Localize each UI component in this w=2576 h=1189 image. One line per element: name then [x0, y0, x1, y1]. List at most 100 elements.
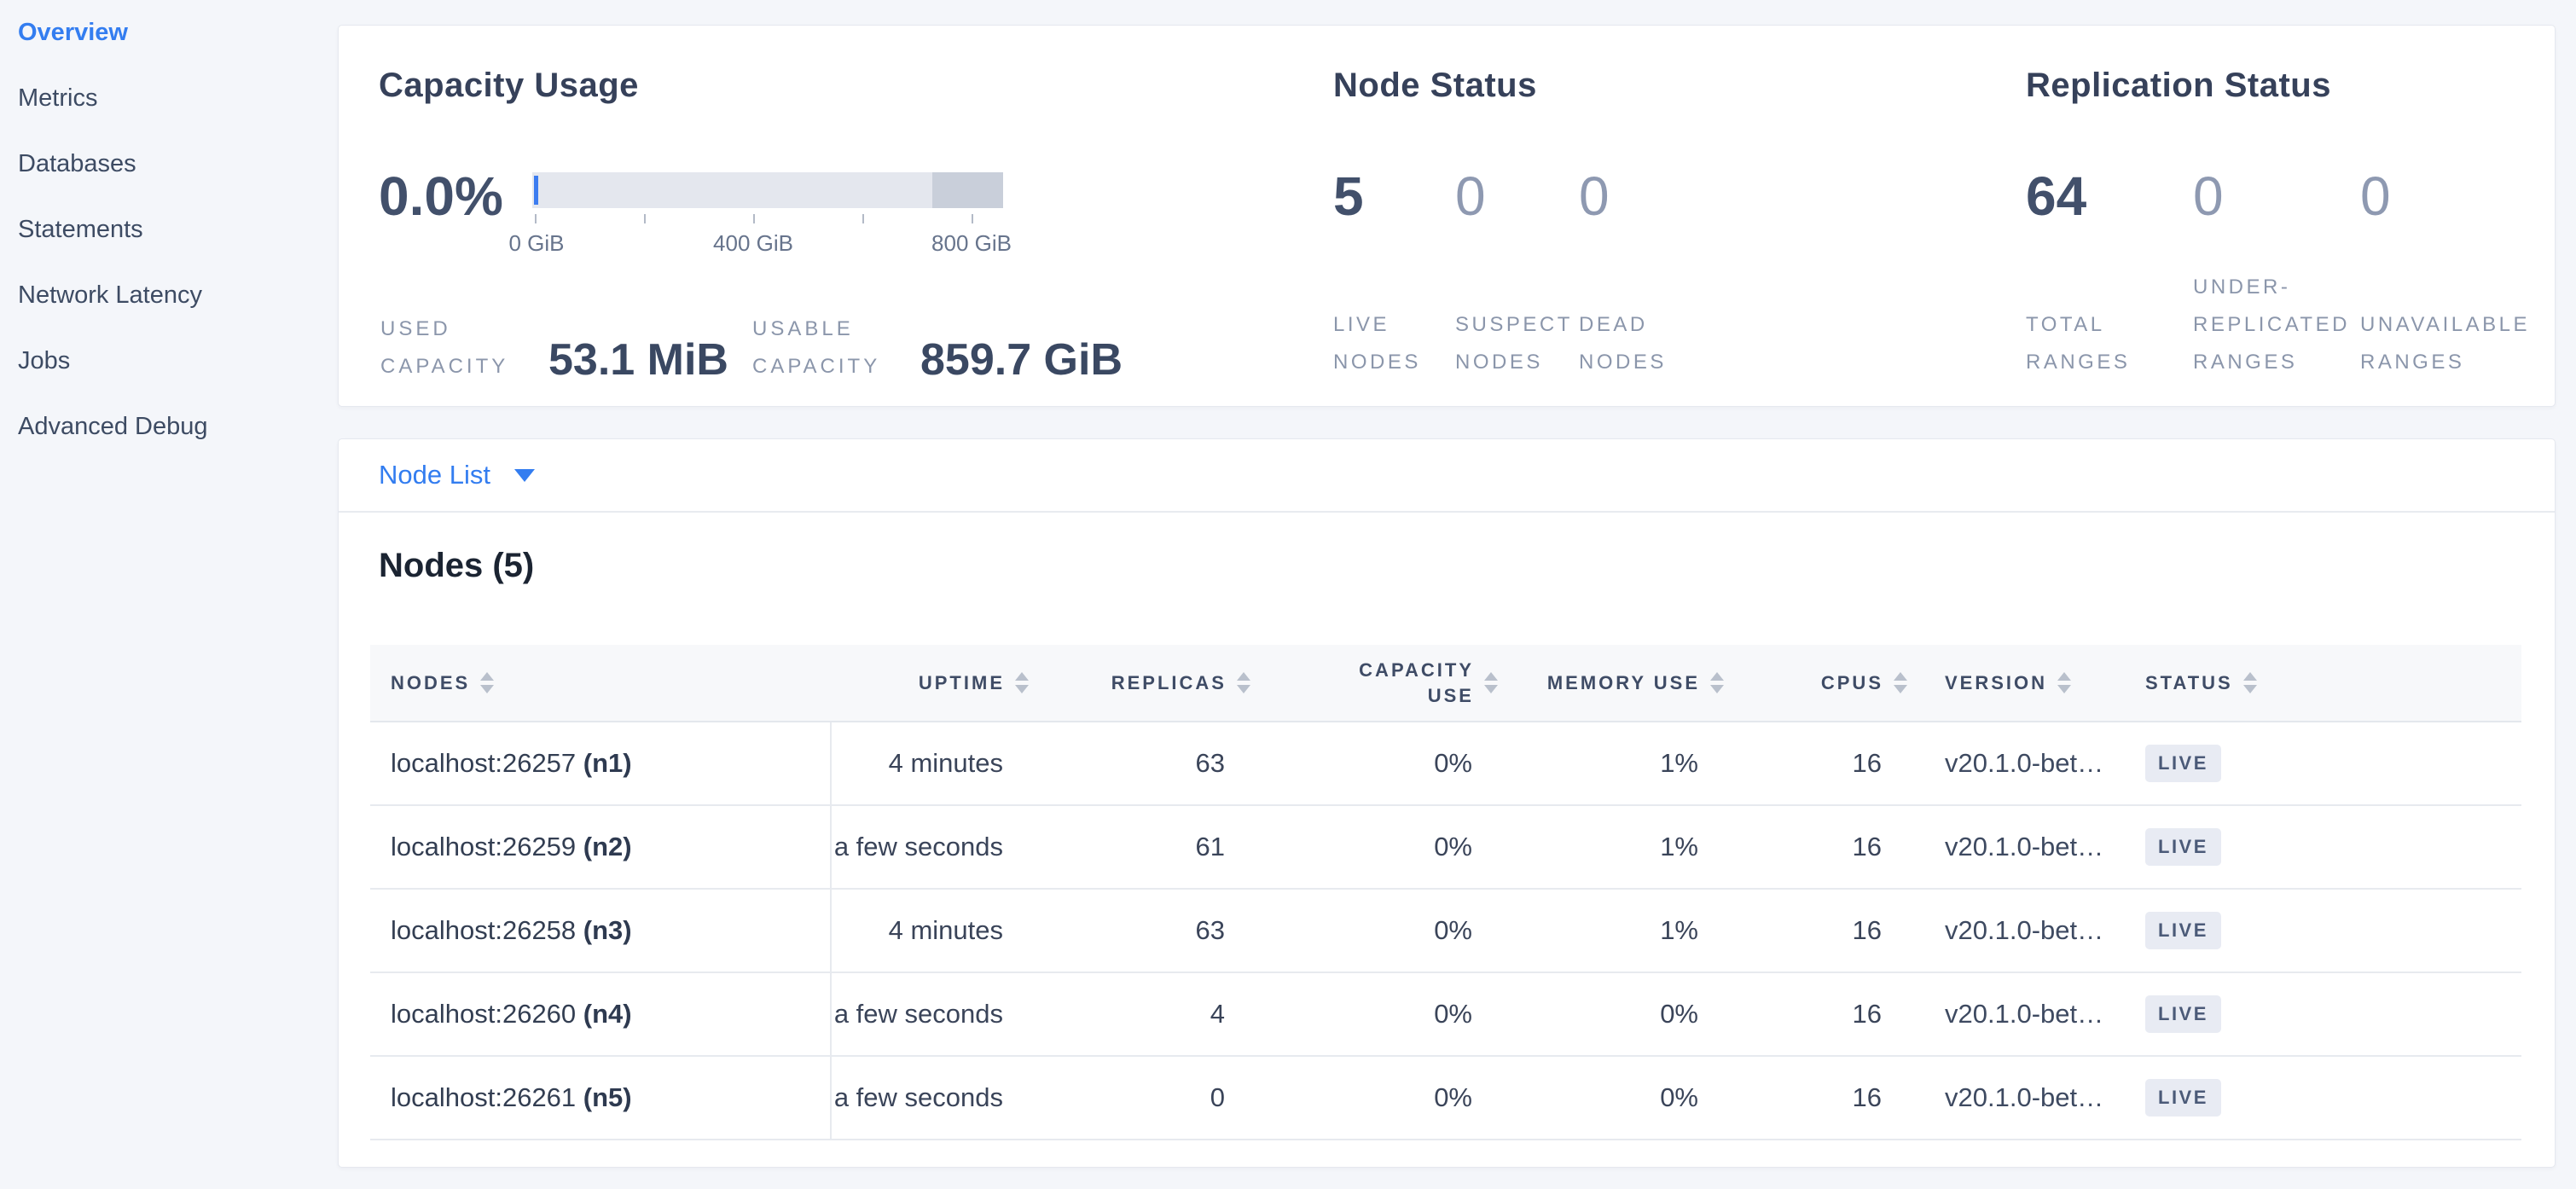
cell-cpus: 16 — [1724, 722, 1907, 805]
gauge-tick-label: 0 GiB — [508, 230, 564, 257]
capacity-usage-title: Capacity Usage — [379, 67, 639, 105]
table-row[interactable]: localhost:26260 (n4)a few seconds40%0%16… — [370, 972, 2521, 1056]
sidebar-item-overview[interactable]: Overview — [18, 19, 338, 84]
status-badge: LIVE — [2145, 995, 2221, 1033]
cell-status: LIVE — [2121, 972, 2521, 1056]
sort-icon — [2243, 672, 2257, 693]
table-row[interactable]: localhost:26259 (n2)a few seconds610%1%1… — [370, 805, 2521, 889]
sort-icon — [2057, 672, 2071, 693]
node-id: (n1) — [583, 748, 632, 778]
table-row[interactable]: localhost:26258 (n3)4 minutes630%1%16v20… — [370, 889, 2521, 972]
cell-replicas: 63 — [1029, 722, 1250, 805]
gauge-tick — [753, 214, 755, 223]
column-label: CAPACITY USE — [1346, 658, 1474, 709]
stat-value: 859.7 GiB — [920, 338, 1123, 386]
cell-capacity-use: 0% — [1250, 722, 1498, 805]
cell-status: LIVE — [2121, 1056, 2521, 1140]
cell-capacity-use: 0% — [1250, 805, 1498, 889]
cell-uptime: a few seconds — [831, 1056, 1029, 1140]
cell-capacity-use: 0% — [1250, 889, 1498, 972]
cell-uptime: 4 minutes — [831, 722, 1029, 805]
stat-value: 5 — [1333, 169, 1455, 223]
cell-status: LIVE — [2121, 889, 2521, 972]
cell-version: v20.1.0-bet… — [1907, 722, 2121, 805]
gauge-tick — [644, 214, 646, 223]
sidebar-item-databases[interactable]: Databases — [18, 150, 338, 216]
stat-label: USABLE CAPACITY — [752, 310, 893, 386]
column-label: NODES — [391, 670, 470, 696]
node-status-title: Node Status — [1333, 67, 1537, 105]
stat-label: UNDER-REPLICATED RANGES — [2193, 269, 2345, 381]
capacity-gauge-reserved-segment — [932, 172, 1003, 208]
node-list-dropdown[interactable]: Node List — [379, 460, 535, 490]
sidebar-item-metrics[interactable]: Metrics — [18, 84, 338, 150]
nodes-table-body: localhost:26257 (n1)4 minutes630%1%16v20… — [370, 722, 2521, 1140]
cell-node-address: localhost:26261 (n5) — [370, 1056, 831, 1140]
column-header-cpus[interactable]: CPUS — [1724, 645, 1907, 722]
column-header-memory[interactable]: MEMORY USE — [1498, 645, 1724, 722]
cell-cpus: 16 — [1724, 805, 1907, 889]
column-header-replicas[interactable]: REPLICAS — [1029, 645, 1250, 722]
table-row[interactable]: localhost:26261 (n5)a few seconds00%0%16… — [370, 1056, 2521, 1140]
column-header-status[interactable]: STATUS — [2121, 645, 2521, 722]
chevron-down-icon — [514, 469, 535, 482]
sort-icon — [1710, 672, 1724, 693]
cell-uptime: a few seconds — [831, 805, 1029, 889]
cell-version: v20.1.0-bet… — [1907, 889, 2121, 972]
capacity-gauge-used-segment — [534, 176, 538, 205]
cell-uptime: a few seconds — [831, 972, 1029, 1056]
cell-replicas: 4 — [1029, 972, 1250, 1056]
cell-node-address: localhost:26257 (n1) — [370, 722, 831, 805]
cell-uptime: 4 minutes — [831, 889, 1029, 972]
cell-replicas: 63 — [1029, 889, 1250, 972]
node-address: localhost:26260 — [391, 999, 576, 1029]
cell-memory-use: 0% — [1498, 972, 1724, 1056]
status-badge: LIVE — [2145, 912, 2221, 949]
replication-status-values: 6400 — [2026, 169, 2391, 223]
column-label: UPTIME — [919, 670, 1005, 696]
sidebar-item-network-latency[interactable]: Network Latency — [18, 281, 338, 347]
node-list-header-row: Node List — [339, 439, 2555, 513]
cell-version: v20.1.0-bet… — [1907, 972, 2121, 1056]
gauge-tick-label: 800 GiB — [931, 230, 1012, 257]
cell-node-address: localhost:26259 (n2) — [370, 805, 831, 889]
table-row[interactable]: localhost:26257 (n1)4 minutes630%1%16v20… — [370, 722, 2521, 805]
stat-value: 64 — [2026, 169, 2193, 223]
column-header-capacity[interactable]: CAPACITY USE — [1250, 645, 1498, 722]
node-status-values: 500 — [1333, 169, 1610, 223]
cell-memory-use: 0% — [1498, 1056, 1724, 1140]
node-id: (n2) — [583, 832, 632, 861]
stat-value: 0 — [1455, 169, 1579, 223]
status-badge: LIVE — [2145, 745, 2221, 782]
cell-node-address: localhost:26260 (n4) — [370, 972, 831, 1056]
cell-replicas: 0 — [1029, 1056, 1250, 1140]
sidebar-item-advanced-debug[interactable]: Advanced Debug — [18, 413, 338, 478]
node-id: (n5) — [583, 1082, 632, 1112]
node-address: localhost:26259 — [391, 832, 576, 861]
cell-memory-use: 1% — [1498, 805, 1724, 889]
cell-cpus: 16 — [1724, 1056, 1907, 1140]
cell-status: LIVE — [2121, 722, 2521, 805]
capacity-used-percent: 0.0% — [379, 169, 503, 223]
cluster-summary-card: Capacity Usage 0.0% 0 GiB 400 GiB 800 Gi… — [338, 25, 2556, 407]
sidebar-nav-list: OverviewMetricsDatabasesStatementsNetwor… — [18, 19, 338, 478]
column-header-version[interactable]: VERSION — [1907, 645, 2121, 722]
stat-value: 0 — [1579, 169, 1610, 223]
gauge-tick — [862, 214, 864, 223]
cell-version: v20.1.0-bet… — [1907, 805, 2121, 889]
status-badge: LIVE — [2145, 828, 2221, 866]
stat-label: TOTAL RANGES — [2026, 306, 2178, 381]
replication-status-labels: TOTAL RANGESUNDER-REPLICATED RANGESUNAVA… — [2026, 269, 2512, 381]
sort-icon — [480, 672, 494, 693]
column-header-nodes[interactable]: NODES — [370, 645, 831, 722]
node-id: (n4) — [583, 999, 632, 1029]
capacity-stat: USABLE CAPACITY 859.7 GiB — [752, 310, 1123, 386]
sort-icon — [1484, 672, 1498, 693]
sort-icon — [1015, 672, 1029, 693]
cell-node-address: localhost:26258 (n3) — [370, 889, 831, 972]
nodes-table-header-row: NODES UPTIME REPLICAS CAPACITY USE MEMORY US… — [370, 645, 2521, 722]
column-label: MEMORY USE — [1547, 670, 1700, 696]
sidebar-item-statements[interactable]: Statements — [18, 216, 338, 281]
sidebar-item-jobs[interactable]: Jobs — [18, 347, 338, 413]
column-header-uptime[interactable]: UPTIME — [831, 645, 1029, 722]
